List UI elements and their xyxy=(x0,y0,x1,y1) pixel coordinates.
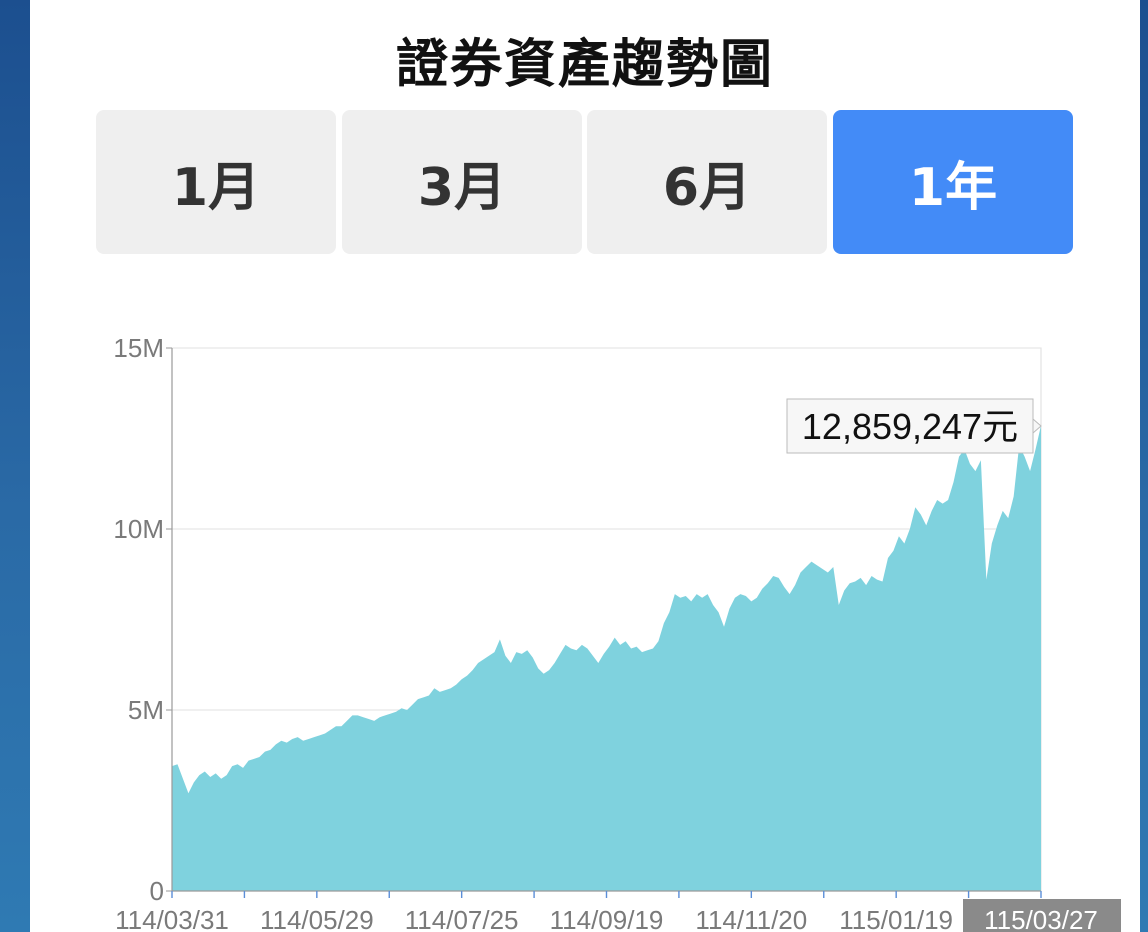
x-tick-label: 114/05/29 xyxy=(260,905,374,932)
x-tick-label: 115/03/27 xyxy=(984,905,1098,932)
y-tick-label: 5M xyxy=(128,695,164,725)
x-tick-label: 114/09/19 xyxy=(550,905,664,932)
y-tick-label: 10M xyxy=(113,514,164,544)
y-tick-label: 0 xyxy=(150,876,164,906)
x-tick-label: 114/07/25 xyxy=(405,905,519,932)
y-tick-label: 15M xyxy=(113,333,164,363)
x-tick-label: 115/01/19 xyxy=(839,905,953,932)
asset-trend-chart: 0 5M 10M 15M 114/03/31 114/05/29 114/07/25 114/… xyxy=(113,333,1121,932)
tooltip-value: 12,859,247元 xyxy=(802,406,1018,447)
x-tick-label: 114/03/31 xyxy=(115,905,229,932)
x-tick-label: 114/11/20 xyxy=(695,905,807,932)
series-area xyxy=(172,425,1041,891)
